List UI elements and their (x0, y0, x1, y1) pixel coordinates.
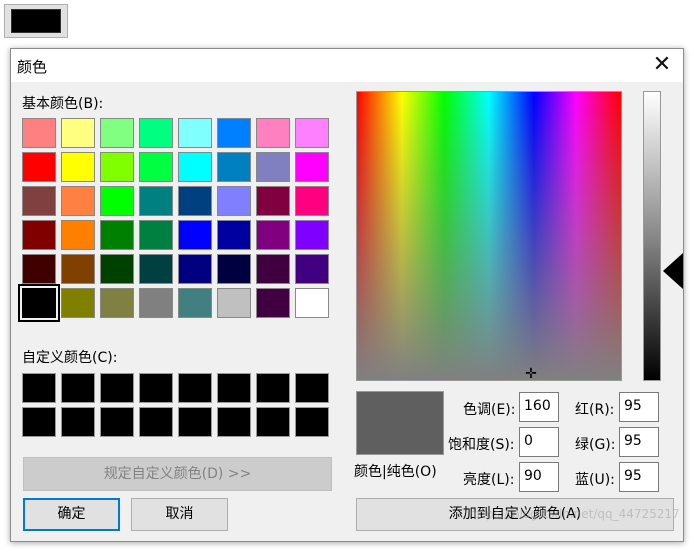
basic-color-swatch[interactable] (22, 220, 56, 250)
basic-color-swatch[interactable] (295, 220, 329, 250)
custom-color-swatch[interactable] (22, 373, 56, 403)
blue-label: 蓝(U): (575, 472, 615, 488)
basic-color-swatch[interactable] (100, 186, 134, 216)
basic-color-swatch[interactable] (61, 186, 95, 216)
basic-color-swatch[interactable] (61, 254, 95, 284)
custom-colors-label: 自定义颜色(C): (22, 350, 118, 366)
green-input[interactable]: 95 (619, 427, 659, 457)
basic-color-swatch[interactable] (100, 152, 134, 182)
custom-color-swatch[interactable] (22, 407, 56, 437)
basic-color-swatch[interactable] (217, 254, 251, 284)
basic-color-swatch[interactable] (139, 186, 173, 216)
basic-color-swatch[interactable] (22, 186, 56, 216)
basic-color-swatch[interactable] (295, 288, 329, 318)
hue-saturation-spectrum[interactable] (356, 91, 622, 381)
basic-color-swatch[interactable] (18, 284, 60, 322)
custom-color-swatch[interactable] (295, 407, 329, 437)
basic-color-swatch[interactable] (100, 254, 134, 284)
basic-color-swatch[interactable] (256, 118, 290, 148)
green-label: 绿(G): (575, 437, 616, 453)
basic-color-swatch[interactable] (256, 254, 290, 284)
luminance-slider[interactable] (643, 91, 661, 381)
color-preview (356, 391, 444, 455)
basic-color-swatch[interactable] (217, 186, 251, 216)
basic-color-swatch[interactable] (22, 118, 56, 148)
define-custom-colors-button[interactable]: 规定自定义颜色(D) >> (23, 457, 332, 491)
basic-color-swatch[interactable] (295, 254, 329, 284)
current-color-swatch (11, 9, 61, 33)
basic-color-swatch[interactable] (256, 152, 290, 182)
basic-color-swatch[interactable] (100, 220, 134, 250)
custom-color-swatch[interactable] (256, 407, 290, 437)
cancel-button[interactable]: 取消 (131, 498, 228, 531)
crosshair-icon[interactable]: ✛ (523, 367, 539, 381)
close-icon[interactable]: ✕ (647, 52, 677, 78)
red-input[interactable]: 95 (619, 392, 659, 422)
basic-color-swatch[interactable] (256, 186, 290, 216)
basic-color-swatch[interactable] (295, 152, 329, 182)
basic-color-swatch[interactable] (61, 118, 95, 148)
basic-color-swatch[interactable] (139, 288, 173, 318)
saturation-input[interactable]: 0 (519, 427, 559, 457)
custom-color-swatch[interactable] (178, 373, 212, 403)
basic-color-swatch[interactable] (139, 118, 173, 148)
watermark: https://blog.csdn.net/qq_44725217 (469, 507, 680, 521)
blue-input[interactable]: 95 (619, 462, 659, 492)
custom-color-swatch[interactable] (61, 407, 95, 437)
color-solid-label: 颜色|纯色(O) (354, 464, 437, 480)
basic-color-swatch[interactable] (178, 254, 212, 284)
custom-color-swatch[interactable] (100, 373, 134, 403)
custom-color-swatch[interactable] (217, 407, 251, 437)
basic-color-swatch[interactable] (217, 288, 251, 318)
basic-color-swatch[interactable] (22, 254, 56, 284)
basic-color-swatch[interactable] (295, 118, 329, 148)
basic-color-swatch[interactable] (178, 152, 212, 182)
dialog-title: 颜色 (17, 58, 48, 76)
basic-color-swatch[interactable] (178, 186, 212, 216)
basic-color-swatch[interactable] (61, 288, 95, 318)
luminance-arrow-icon[interactable] (663, 253, 683, 289)
red-label: 红(R): (575, 402, 615, 418)
basic-color-swatch[interactable] (139, 254, 173, 284)
basic-color-swatch[interactable] (217, 220, 251, 250)
basic-color-swatch[interactable] (139, 220, 173, 250)
basic-color-swatch[interactable] (217, 152, 251, 182)
basic-colors-label: 基本颜色(B): (22, 96, 104, 112)
luminance-input[interactable]: 90 (519, 462, 559, 492)
custom-color-swatch[interactable] (139, 373, 173, 403)
basic-color-swatch[interactable] (61, 152, 95, 182)
custom-color-swatch[interactable] (256, 373, 290, 403)
basic-color-swatch[interactable] (178, 288, 212, 318)
luminance-label: 亮度(L): (463, 472, 515, 488)
basic-color-swatch[interactable] (178, 220, 212, 250)
color-dialog: 颜色 ✕ 基本颜色(B): 自定义颜色(C): 规定自定义颜色(D) >> 确定… (10, 48, 684, 542)
custom-color-swatch[interactable] (61, 373, 95, 403)
basic-color-swatch[interactable] (100, 118, 134, 148)
basic-color-swatch[interactable] (61, 220, 95, 250)
saturation-label: 饱和度(S): (448, 437, 515, 453)
custom-color-swatch[interactable] (178, 407, 212, 437)
basic-color-swatch[interactable] (256, 220, 290, 250)
hue-label: 色调(E): (463, 402, 516, 418)
basic-color-swatch[interactable] (178, 118, 212, 148)
custom-color-swatch[interactable] (100, 407, 134, 437)
basic-color-swatch[interactable] (217, 118, 251, 148)
custom-color-swatch[interactable] (295, 373, 329, 403)
ok-button[interactable]: 确定 (23, 498, 120, 531)
title-bar: 颜色 ✕ (11, 49, 683, 82)
current-color-button[interactable] (4, 4, 68, 38)
custom-color-swatch[interactable] (139, 407, 173, 437)
basic-color-swatch[interactable] (256, 288, 290, 318)
basic-color-swatch[interactable] (139, 152, 173, 182)
basic-color-swatch[interactable] (100, 288, 134, 318)
basic-color-swatch[interactable] (295, 186, 329, 216)
custom-color-swatch[interactable] (217, 373, 251, 403)
basic-color-swatch[interactable] (22, 152, 56, 182)
hue-input[interactable]: 160 (519, 392, 559, 422)
